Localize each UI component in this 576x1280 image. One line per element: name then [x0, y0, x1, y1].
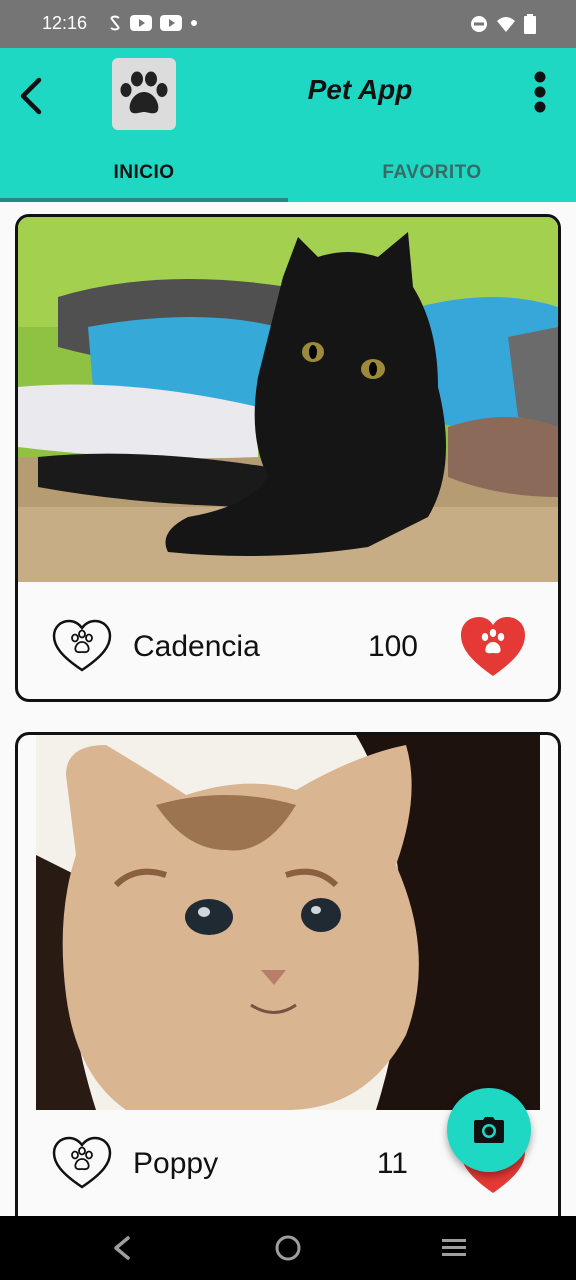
tab-favorito[interactable]: FAVORITO — [288, 144, 576, 202]
pet-name: Poppy — [133, 1147, 219, 1180]
pet-info-row: Cadencia 100 — [18, 614, 558, 684]
dot-icon — [191, 20, 197, 26]
paw-icon — [120, 71, 168, 114]
wifi-icon — [497, 17, 515, 32]
back-button[interactable] — [8, 72, 52, 120]
pet-list[interactable]: Cadencia 100 Poppy 11 — [0, 202, 576, 1216]
like-count: 11 — [376, 1147, 408, 1180]
tab-bar: INICIO FAVORITO — [0, 144, 576, 202]
like-count: 100 — [367, 630, 418, 663]
app-title: Pet App — [307, 74, 413, 105]
sync-icon — [110, 15, 120, 31]
youtube-icon — [160, 15, 182, 31]
tab-inicio[interactable]: INICIO — [0, 144, 288, 202]
app-bar: Pet App INICIO FAVORITO — [0, 48, 576, 202]
pet-card[interactable]: Cadencia 100 — [15, 214, 561, 702]
status-time: 12:16 — [42, 13, 88, 33]
system-nav-bar — [0, 1216, 576, 1280]
pet-photo — [36, 735, 540, 1110]
heart-paw-outline-icon — [52, 1136, 112, 1189]
nav-back-icon[interactable] — [104, 1232, 140, 1264]
app-logo — [112, 58, 176, 130]
more-vert-icon — [534, 71, 546, 113]
do-not-disturb-icon — [471, 16, 487, 32]
camera-fab[interactable] — [447, 1088, 531, 1172]
back-arrow-icon — [20, 77, 42, 115]
battery-icon — [524, 14, 536, 34]
youtube-icon — [130, 15, 152, 31]
tabby-kitten-photo — [36, 735, 540, 1110]
nav-home-icon[interactable] — [272, 1232, 304, 1264]
nav-recents-icon[interactable] — [438, 1234, 470, 1262]
pet-name: Cadencia — [133, 630, 260, 663]
black-kitten-photo — [18, 217, 558, 582]
pet-photo — [18, 217, 558, 582]
status-bar: 12:16 — [0, 0, 576, 48]
overflow-menu-button[interactable] — [524, 68, 556, 116]
heart-paw-outline-icon — [52, 619, 112, 672]
like-button[interactable] — [458, 614, 528, 678]
camera-icon — [474, 1117, 504, 1143]
